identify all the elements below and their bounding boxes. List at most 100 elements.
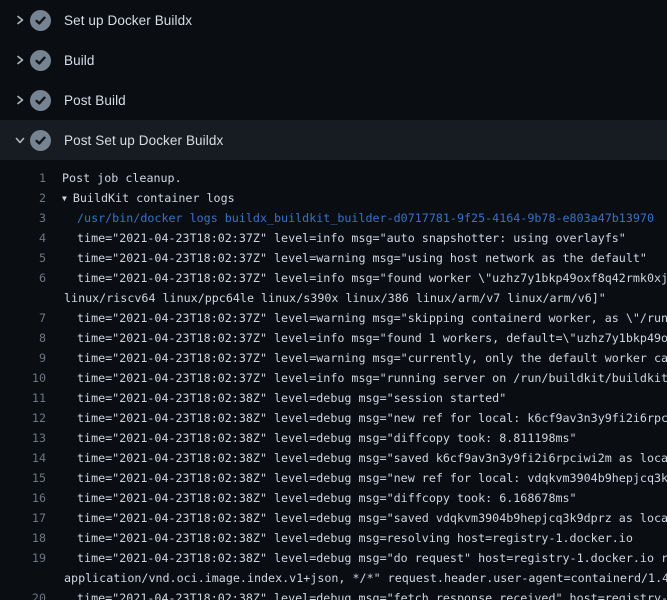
log-line-content: time="2021-04-23T18:02:38Z" level=debug … [46, 548, 667, 568]
log-text: linux/riscv64 linux/ppc64le linux/s390x … [64, 291, 606, 305]
log-command-text: /usr/bin/docker logs buildx_buildkit_bui… [77, 211, 654, 225]
log-text: BuildKit container logs [73, 191, 235, 205]
step-row-post-build[interactable]: Post Build [0, 80, 667, 120]
step-label: Post Set up Docker Buildx [64, 133, 223, 148]
log-text: time="2021-04-23T18:02:38Z" level=debug … [77, 591, 667, 600]
log-row: 5 time="2021-04-23T18:02:37Z" level=warni… [0, 248, 667, 268]
log-text: time="2021-04-23T18:02:37Z" level=info m… [77, 271, 667, 285]
log-row: 14 time="2021-04-23T18:02:38Z" level=debu… [0, 448, 667, 468]
log-line-content: time="2021-04-23T18:02:37Z" level=info m… [46, 328, 667, 348]
log-row: application/vnd.oci.image.index.v1+json,… [0, 568, 667, 588]
log-row: 20 time="2021-04-23T18:02:38Z" level=debu… [0, 588, 667, 600]
line-number [0, 288, 46, 308]
line-number[interactable]: 20 [0, 588, 46, 600]
step-row-build[interactable]: Build [0, 40, 667, 80]
log-line-content: time="2021-04-23T18:02:38Z" level=debug … [46, 508, 667, 528]
actions-log-viewer: Set up Docker Buildx Build Post Build Post … [0, 0, 667, 600]
check-circle-icon [30, 130, 51, 151]
log-row: 15 time="2021-04-23T18:02:38Z" level=debu… [0, 468, 667, 488]
log-line-content: time="2021-04-23T18:02:37Z" level=warnin… [46, 248, 647, 268]
chevron-down-icon[interactable] [12, 132, 28, 148]
log-text: time="2021-04-23T18:02:37Z" level=info m… [77, 331, 667, 345]
log-area: 1 Post job cleanup. 2 ▼ BuildKit container l… [0, 160, 667, 600]
log-line-content: /usr/bin/docker logs buildx_buildkit_bui… [46, 208, 654, 228]
log-text: time="2021-04-23T18:02:37Z" level=warnin… [77, 351, 667, 365]
log-text: time="2021-04-23T18:02:38Z" level=debug … [77, 531, 633, 545]
line-number[interactable]: 13 [0, 428, 46, 448]
line-number[interactable]: 11 [0, 388, 46, 408]
log-row: 13 time="2021-04-23T18:02:38Z" level=debu… [0, 428, 667, 448]
line-number[interactable]: 10 [0, 368, 46, 388]
line-number[interactable]: 4 [0, 228, 46, 248]
log-text: time="2021-04-23T18:02:38Z" level=debug … [77, 451, 667, 465]
log-row: 16 time="2021-04-23T18:02:38Z" level=debu… [0, 488, 667, 508]
line-number[interactable]: 15 [0, 468, 46, 488]
log-line-content: ▼ BuildKit container logs [46, 188, 235, 208]
log-text: time="2021-04-23T18:02:38Z" level=debug … [77, 431, 577, 445]
check-circle-icon [30, 50, 51, 71]
log-text: time="2021-04-23T18:02:38Z" level=debug … [77, 491, 577, 505]
check-circle-icon [30, 10, 51, 31]
log-row: 10 time="2021-04-23T18:02:37Z" level=info… [0, 368, 667, 388]
line-number[interactable]: 9 [0, 348, 46, 368]
log-line-content: time="2021-04-23T18:02:38Z" level=debug … [46, 408, 667, 428]
log-row: 8 time="2021-04-23T18:02:37Z" level=info … [0, 328, 667, 348]
log-line-content: time="2021-04-23T18:02:37Z" level=info m… [46, 268, 667, 288]
line-number[interactable]: 17 [0, 508, 46, 528]
line-number[interactable]: 1 [0, 168, 46, 188]
log-line-content: time="2021-04-23T18:02:37Z" level=info m… [46, 368, 667, 388]
log-row: 9 time="2021-04-23T18:02:37Z" level=warni… [0, 348, 667, 368]
chevron-right-icon[interactable] [12, 92, 28, 108]
line-number[interactable]: 3 [0, 208, 46, 228]
log-text: Post job cleanup. [62, 171, 182, 185]
log-row: 4 time="2021-04-23T18:02:37Z" level=info … [0, 228, 667, 248]
check-circle-icon [30, 90, 51, 111]
step-row-post-set-up-docker-buildx[interactable]: Post Set up Docker Buildx [0, 120, 667, 160]
log-line-content: time="2021-04-23T18:02:38Z" level=debug … [46, 448, 667, 468]
log-row: linux/riscv64 linux/ppc64le linux/s390x … [0, 288, 667, 308]
log-line-content: time="2021-04-23T18:02:37Z" level=info m… [46, 228, 626, 248]
line-number[interactable]: 18 [0, 528, 46, 548]
log-line-content: time="2021-04-23T18:02:38Z" level=debug … [46, 528, 633, 548]
log-row: 18 time="2021-04-23T18:02:38Z" level=debu… [0, 528, 667, 548]
line-number[interactable]: 14 [0, 448, 46, 468]
log-row: 6 time="2021-04-23T18:02:37Z" level=info … [0, 268, 667, 288]
log-text: time="2021-04-23T18:02:37Z" level=info m… [77, 371, 667, 385]
log-line-content: Post job cleanup. [46, 168, 182, 188]
log-row: 1 Post job cleanup. [0, 168, 667, 188]
log-text: time="2021-04-23T18:02:38Z" level=debug … [77, 551, 667, 565]
log-line-content: time="2021-04-23T18:02:37Z" level=warnin… [46, 348, 667, 368]
line-number [0, 568, 46, 588]
step-list: Set up Docker Buildx Build Post Build Post … [0, 0, 667, 160]
log-row: 19 time="2021-04-23T18:02:38Z" level=debu… [0, 548, 667, 568]
log-text: time="2021-04-23T18:02:37Z" level=warnin… [77, 251, 647, 265]
log-text: time="2021-04-23T18:02:37Z" level=info m… [77, 231, 626, 245]
log-line-content: time="2021-04-23T18:02:38Z" level=debug … [46, 488, 577, 508]
log-row: 17 time="2021-04-23T18:02:38Z" level=debu… [0, 508, 667, 528]
log-line-content: time="2021-04-23T18:02:38Z" level=debug … [46, 588, 667, 600]
line-number[interactable]: 19 [0, 548, 46, 568]
line-number[interactable]: 6 [0, 268, 46, 288]
chevron-right-icon[interactable] [12, 52, 28, 68]
chevron-right-icon[interactable] [12, 12, 28, 28]
line-number[interactable]: 16 [0, 488, 46, 508]
step-label: Set up Docker Buildx [64, 13, 192, 28]
line-number[interactable]: 7 [0, 308, 46, 328]
log-text: time="2021-04-23T18:02:38Z" level=debug … [77, 471, 667, 485]
step-label: Post Build [64, 93, 126, 108]
collapse-triangle-icon[interactable]: ▼ [62, 189, 67, 208]
log-text: time="2021-04-23T18:02:38Z" level=debug … [77, 511, 667, 525]
log-row: 12time="2021-04-23T18:02:38Z" level=debu… [0, 408, 667, 428]
log-text: time="2021-04-23T18:02:37Z" level=warnin… [77, 311, 667, 325]
line-number[interactable]: 2 [0, 188, 46, 208]
line-number[interactable]: 12 [0, 408, 46, 428]
log-row: 2 ▼ BuildKit container logs [0, 188, 667, 208]
step-row-set-up-docker-buildx[interactable]: Set up Docker Buildx [0, 0, 667, 40]
log-line-content: application/vnd.oci.image.index.v1+json,… [46, 568, 667, 588]
line-number[interactable]: 8 [0, 328, 46, 348]
line-number[interactable]: 5 [0, 248, 46, 268]
log-row: 11 time="2021-04-23T18:02:38Z" level=debu… [0, 388, 667, 408]
log-line-content: time="2021-04-23T18:02:38Z" level=debug … [46, 388, 506, 408]
log-text: time="2021-04-23T18:02:38Z" level=debug … [77, 391, 506, 405]
log-line-content: linux/riscv64 linux/ppc64le linux/s390x … [46, 288, 606, 308]
